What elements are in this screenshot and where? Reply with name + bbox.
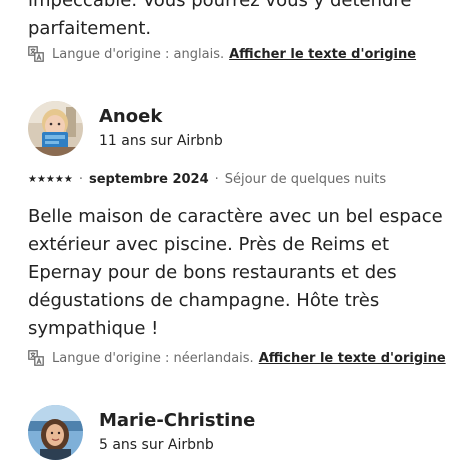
show-original-link[interactable]: Afficher le texte d'origine <box>229 47 416 62</box>
review-date: septembre 2024 <box>88 171 209 187</box>
reviewer-name: Marie-Christine <box>99 410 256 431</box>
reviewer-name: Anoek <box>99 106 163 127</box>
previous-review-translation-notice: Langue d'origine : anglais. Afficher le … <box>28 44 416 64</box>
review-text-line: parfaitement. <box>28 18 152 39</box>
show-original-link[interactable]: Afficher le texte d'origine <box>259 351 446 366</box>
review-text-line: Belle maison de caractère avec un bel es… <box>28 206 443 227</box>
star-rating: ★★★★★ <box>28 173 73 185</box>
previous-review-text: impeccable. Vous pourrez vous y détendre… <box>28 0 428 43</box>
translate-icon <box>28 46 44 62</box>
reviewer-tenure: 5 ans sur Airbnb <box>99 437 214 453</box>
reviewer-header: Anoek 11 ans sur Airbnb <box>28 100 223 156</box>
original-language-label: Langue d'origine : anglais. <box>52 46 225 62</box>
separator-dot: · <box>214 171 219 187</box>
stay-type: Séjour de quelques nuits <box>224 171 387 187</box>
review-translation-notice: Langue d'origine : néerlandais. Afficher… <box>28 348 446 368</box>
reviewer-tenure: 11 ans sur Airbnb <box>99 133 223 149</box>
review-text-line: sympathique ! <box>28 318 159 339</box>
separator-dot: · <box>78 171 83 187</box>
review-meta: ★★★★★ · septembre 2024 · Séjour de quelq… <box>28 170 386 188</box>
review-text-line: Epernay pour de bons restaurants et des <box>28 262 397 283</box>
review-text-line: extérieur avec piscine. Près de Reims et <box>28 234 390 255</box>
avatar[interactable] <box>28 404 83 460</box>
review-text-line: dégustations de champagne. Hôte très <box>28 290 380 311</box>
translate-icon <box>28 350 44 366</box>
review-text-line: impeccable. Vous pourrez vous y détendre <box>28 0 412 11</box>
review-text: Belle maison de caractère avec un bel es… <box>28 203 443 343</box>
original-language-label: Langue d'origine : néerlandais. <box>52 350 254 366</box>
avatar[interactable] <box>28 100 83 156</box>
reviewer-header: Marie-Christine 5 ans sur Airbnb <box>28 404 255 460</box>
